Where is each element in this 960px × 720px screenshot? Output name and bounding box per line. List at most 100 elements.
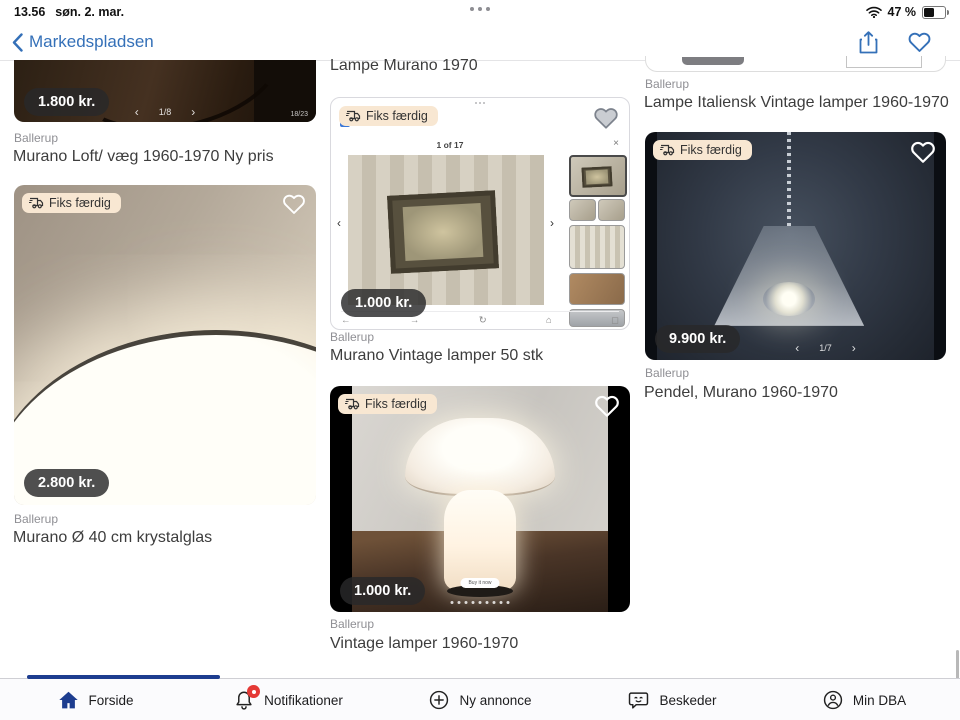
fiks-faerdig-badge: Fiks færdig (653, 140, 752, 160)
chevron-left-icon (12, 33, 23, 52)
price-badge: 9.900 kr. (655, 325, 740, 353)
corner-counter: 18/23 (290, 111, 308, 118)
lamp-chain-shape (787, 132, 791, 228)
battery-icon (922, 6, 946, 19)
notification-badge (247, 685, 260, 698)
gallery-thumbnail (598, 199, 625, 221)
back-button[interactable]: Markedspladsen (12, 32, 154, 52)
favorite-heart-icon[interactable] (910, 140, 936, 164)
back-label: Markedspladsen (29, 32, 154, 52)
listing-title[interactable]: Lampe Murano 1970 (330, 57, 478, 75)
active-tab-indicator (27, 675, 220, 679)
listing-image-murano-50stk[interactable]: DEUTSCH DANSK 1 of 17 × ‹ › ← → ↻ ⌂ ◻ (330, 97, 630, 330)
truck-icon (29, 197, 44, 209)
buy-it-now-button[interactable]: Buy it now (460, 578, 499, 588)
browser-home-icon: ⌂ (546, 315, 552, 326)
listing-location: Ballerup (14, 131, 58, 145)
browser-reload-icon: ↻ (479, 315, 487, 326)
gallery-prev-icon: ‹ (337, 216, 341, 230)
status-bar: 13.56 søn. 2. mar. 47 % (0, 0, 960, 24)
browser-tabs-icon: ◻ (611, 315, 619, 326)
tab-label: Ny annonce (459, 693, 531, 708)
listing-image-vintage-lamper[interactable]: Fiks færdig Buy it now 1.000 kr. (330, 386, 630, 612)
truck-icon (346, 110, 361, 122)
home-icon (58, 690, 79, 710)
fiks-faerdig-badge: Fiks færdig (339, 106, 438, 126)
listing-image-pendel-murano[interactable]: Fiks færdig ‹ 1/7 › 9.900 kr. (645, 132, 946, 360)
gallery-thumbnail (569, 199, 596, 221)
listing-image-murano-krystalglas[interactable]: Fiks færdig 2.800 kr. (14, 185, 316, 505)
listing-title[interactable]: Murano Ø 40 cm krystalglas (13, 529, 212, 547)
pagination-counter: 1/7 (819, 343, 832, 353)
tab-min-dba[interactable]: Min DBA (768, 679, 960, 720)
gallery-thumbnail (569, 273, 625, 305)
listing-title[interactable]: Vintage lamper 1960-1970 (330, 635, 518, 653)
listing-image-cut[interactable] (645, 56, 946, 72)
browser-back-icon: ← (341, 315, 351, 326)
favorite-heart-icon[interactable] (282, 193, 306, 215)
gallery-counter: 1 of 17 (331, 140, 569, 150)
tab-bar: Forside Notifikationer Ny annonce Besked… (0, 678, 960, 720)
mushroom-lamp-shape (405, 418, 555, 597)
image-pagination: ‹ 1/7 › (705, 343, 946, 353)
listing-title[interactable]: Murano Vintage lamper 50 stk (330, 347, 543, 365)
fiks-faerdig-label: Fiks færdig (366, 109, 428, 123)
listing-title[interactable]: Lampe Italiensk Vintage lamper 1960-1970 (644, 94, 949, 112)
favorite-heart-icon[interactable] (593, 106, 619, 130)
date: søn. 2. mar. (55, 5, 124, 19)
fiks-faerdig-label: Fiks færdig (49, 196, 111, 210)
fiks-faerdig-label: Fiks færdig (365, 397, 427, 411)
price-badge: 2.800 kr. (24, 469, 109, 497)
prev-image-icon[interactable]: ‹ (135, 108, 139, 117)
fiks-faerdig-badge: Fiks færdig (338, 394, 437, 414)
truck-icon (660, 144, 675, 156)
tab-beskeder[interactable]: Beskeder (576, 679, 768, 720)
close-icon: × (613, 138, 619, 149)
tab-label: Forside (88, 693, 133, 708)
profile-icon (822, 689, 844, 711)
tab-label: Min DBA (853, 693, 906, 708)
price-badge: 1.000 kr. (341, 289, 426, 317)
listing-title[interactable]: Pendel, Murano 1960-1970 (644, 384, 838, 402)
gallery-next-icon: › (550, 216, 554, 230)
listing-image-murano-loft[interactable]: 1.800 kr. ‹ 1/8 › 18/23 (14, 60, 316, 122)
cut-image-button-shape (682, 57, 744, 65)
share-icon[interactable] (858, 30, 879, 55)
next-image-icon[interactable]: › (852, 344, 856, 353)
listing-location: Ballerup (330, 617, 374, 631)
wifi-icon (866, 6, 882, 18)
tab-label: Notifikationer (264, 693, 343, 708)
listing-location: Ballerup (645, 366, 689, 380)
clock: 13.56 (14, 5, 45, 19)
battery-percent: 47 % (888, 5, 917, 19)
fiks-faerdig-label: Fiks færdig (680, 143, 742, 157)
price-badge: 1.000 kr. (340, 577, 425, 605)
nav-bar: Markedspladsen (0, 24, 960, 60)
pagination-counter: 1/8 (159, 107, 172, 117)
gallery-thumbnail (569, 155, 627, 197)
listing-title[interactable]: Murano Loft/ væg 1960-1970 Ny pris (13, 148, 274, 166)
screen: 13.56 søn. 2. mar. 47 % Markedspladsen (0, 0, 960, 720)
plus-circle-icon (428, 689, 450, 711)
tab-forside[interactable]: Forside (0, 679, 192, 720)
tab-ny-annonce[interactable]: Ny annonce (384, 679, 576, 720)
favorite-heart-icon[interactable] (594, 394, 620, 418)
gallery-main-photo (348, 155, 544, 305)
square-lamp-shape (387, 190, 499, 274)
next-image-icon[interactable]: › (191, 108, 195, 117)
chat-bubble-icon (627, 689, 650, 711)
image-dots-pagination (451, 601, 510, 604)
listing-location: Ballerup (14, 512, 58, 526)
prev-image-icon[interactable]: ‹ (795, 344, 799, 353)
bell-icon (233, 689, 255, 711)
listing-location: Ballerup (330, 330, 374, 344)
cut-image-outline-button (846, 56, 922, 68)
truck-icon (345, 398, 360, 410)
screenshot-statusbar-dots (475, 102, 485, 104)
tab-notifikationer[interactable]: Notifikationer (192, 679, 384, 720)
bulb-glow-shape (763, 282, 815, 316)
gallery-thumbnail (569, 225, 625, 269)
multitask-indicator-icon (470, 7, 490, 11)
favorites-heart-icon[interactable] (907, 31, 932, 53)
tab-label: Beskeder (659, 693, 716, 708)
